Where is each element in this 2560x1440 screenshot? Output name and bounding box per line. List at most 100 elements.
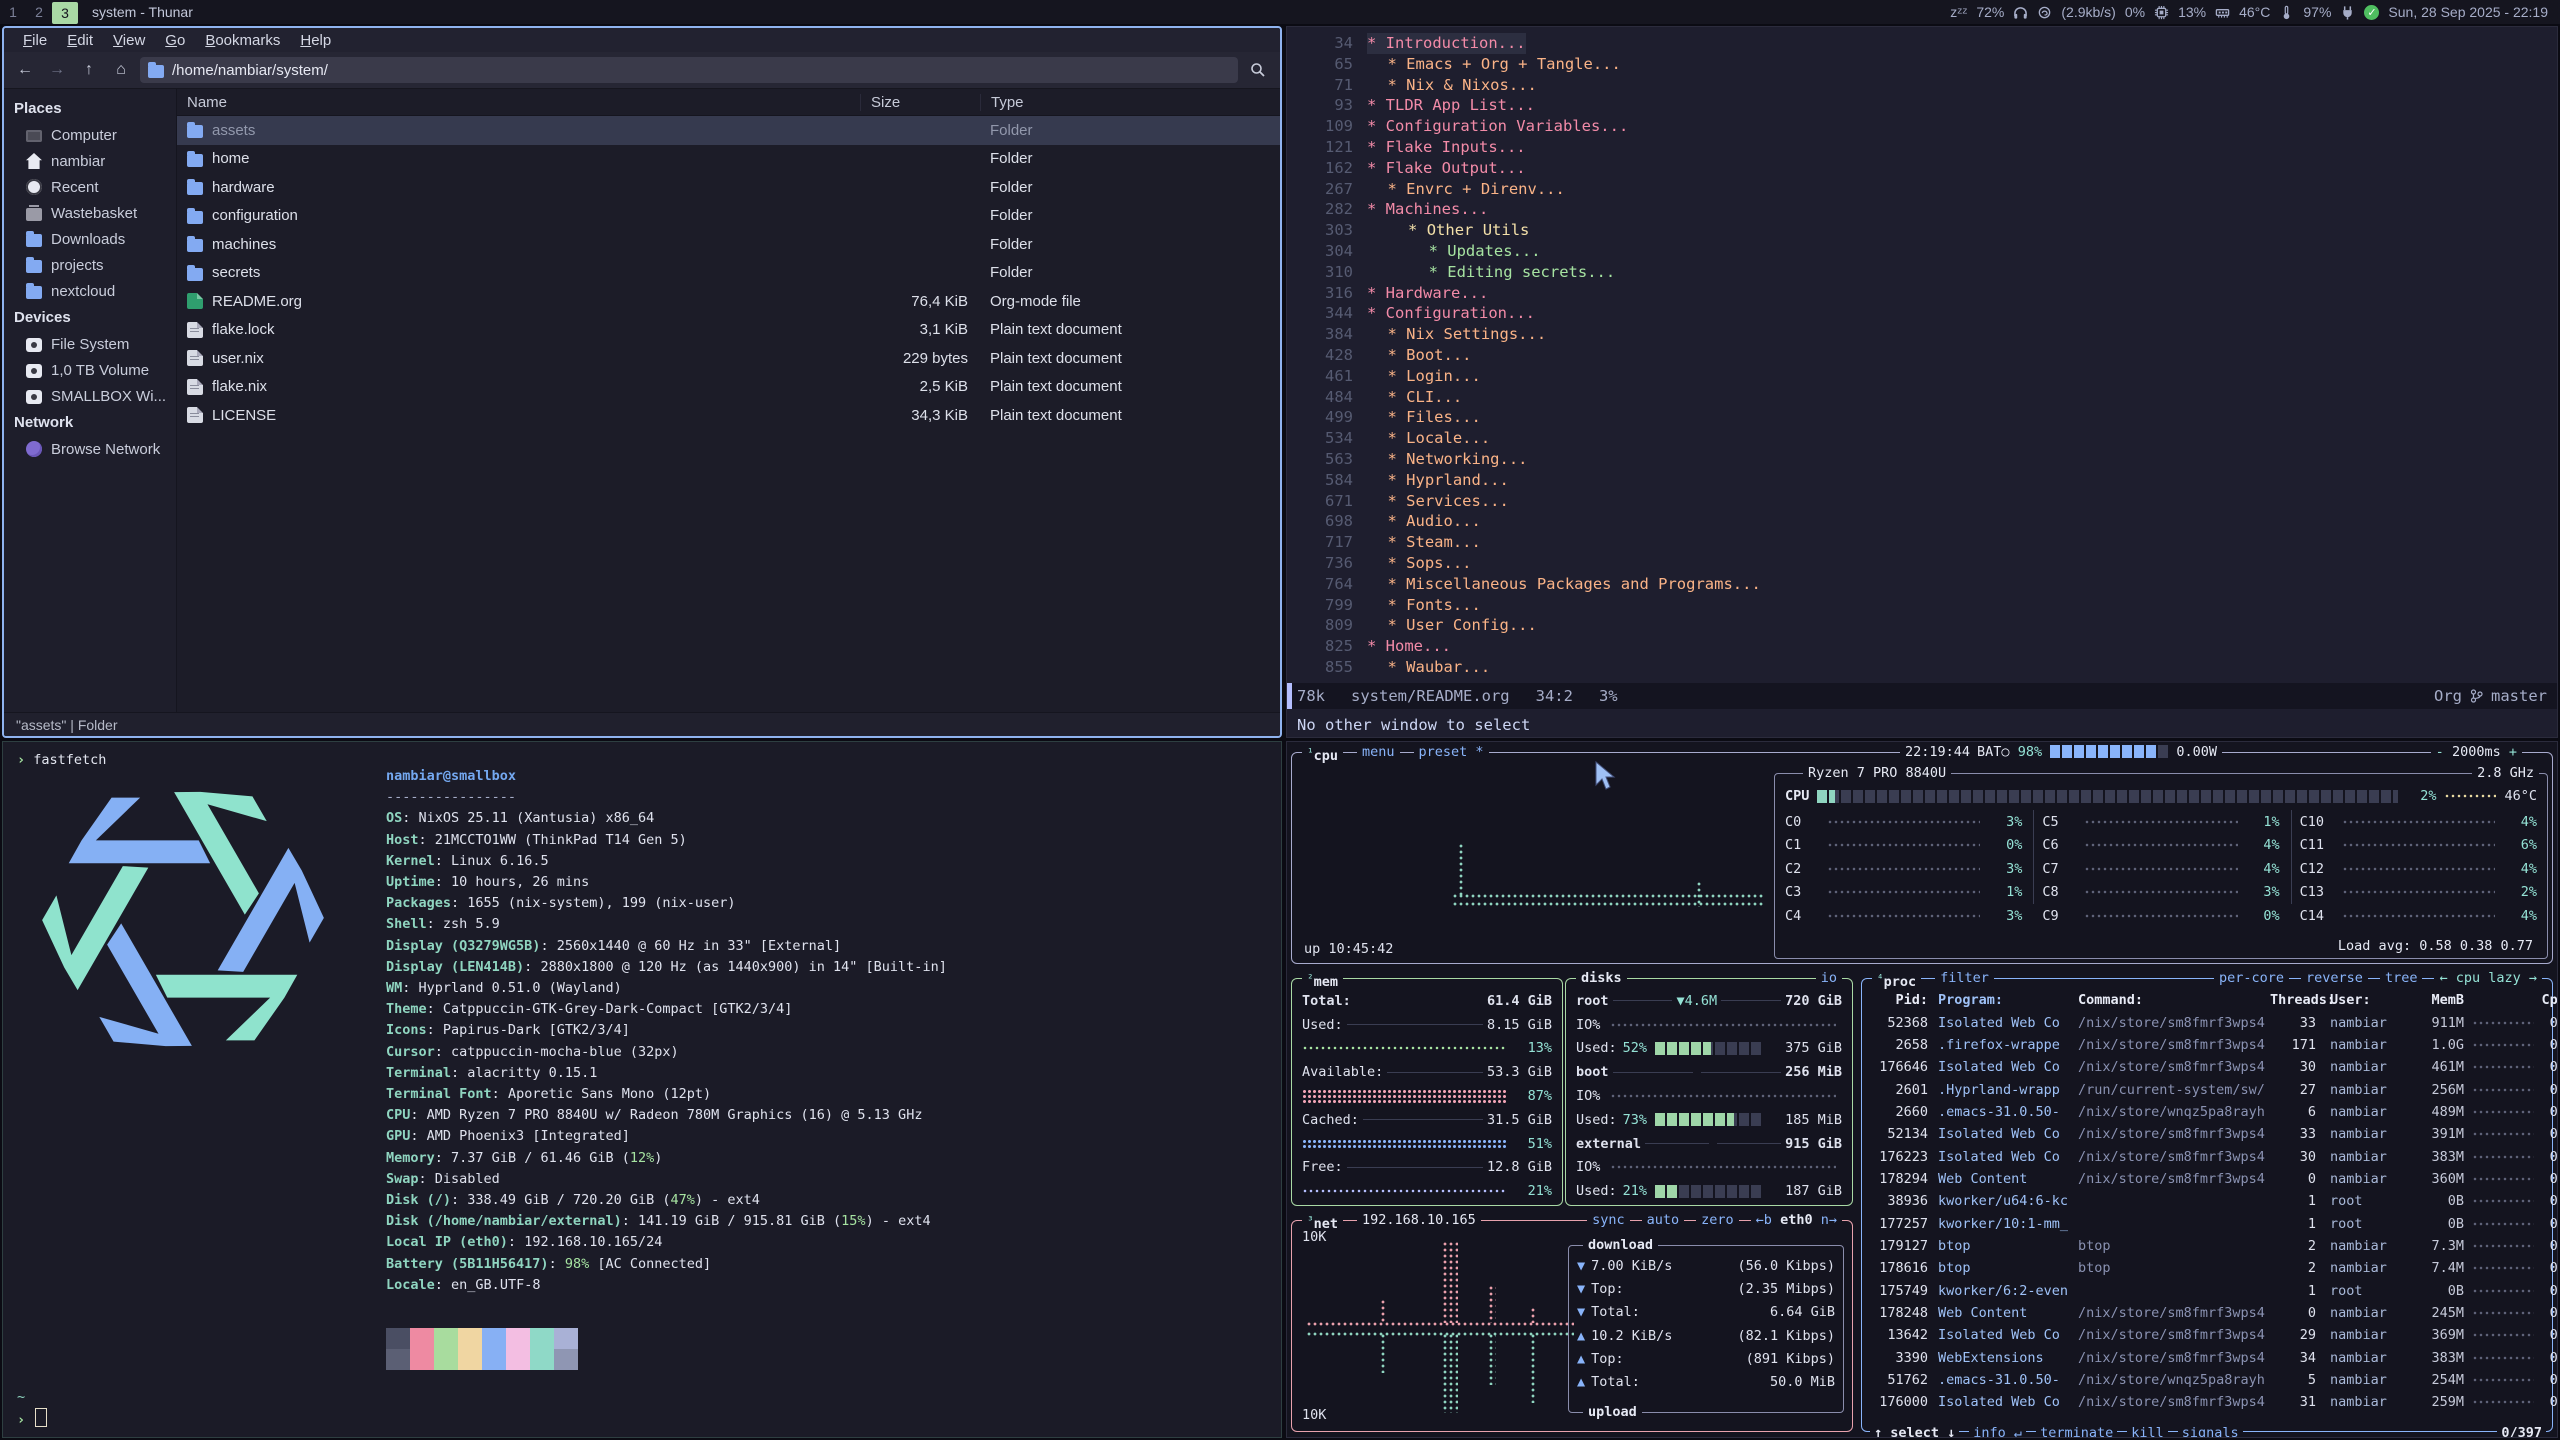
org-heading[interactable]: * Fonts... bbox=[1367, 595, 1481, 616]
menu-item[interactable]: Help bbox=[291, 32, 340, 49]
column-type[interactable]: Type bbox=[980, 94, 1280, 111]
file-row[interactable]: secrets Folder bbox=[177, 259, 1280, 288]
file-row[interactable]: flake.nix 2,5 KiB Plain text document bbox=[177, 373, 1280, 402]
sidebar-device-item[interactable]: File System bbox=[4, 331, 176, 357]
org-heading-line[interactable]: 825 * Home... bbox=[1287, 636, 2557, 657]
terminate-key[interactable]: terminate bbox=[2036, 1425, 2117, 1438]
org-heading-line[interactable]: 671 * Services... bbox=[1287, 491, 2557, 512]
org-heading[interactable]: * Editing secrets... bbox=[1367, 262, 1615, 283]
org-heading[interactable]: * TLDR App List... bbox=[1367, 95, 1535, 116]
process-row[interactable]: 175749 kworker/6:2-even 1 root 0B 0.0 bbox=[1862, 1279, 2552, 1301]
menu-item[interactable]: File bbox=[14, 32, 56, 49]
menu-tab[interactable]: menu bbox=[1357, 743, 1400, 762]
org-heading-line[interactable]: 344 * Configuration... bbox=[1287, 303, 2557, 324]
tree-tab[interactable]: tree bbox=[2380, 969, 2423, 988]
org-heading[interactable]: * Login... bbox=[1367, 366, 1481, 387]
org-heading[interactable]: * Configuration Variables... bbox=[1367, 116, 1628, 137]
sidebar-place-item[interactable]: Wastebasket bbox=[4, 200, 176, 226]
workspace-1[interactable]: 1 bbox=[0, 4, 26, 20]
org-heading-line[interactable]: 799 * Fonts... bbox=[1287, 595, 2557, 616]
org-heading[interactable]: * Nix & Nixos... bbox=[1367, 75, 1537, 96]
file-row[interactable]: home Folder bbox=[177, 145, 1280, 174]
org-heading-line[interactable]: 34 * Introduction... bbox=[1287, 33, 2557, 54]
process-row[interactable]: 2660 .emacs-31.0.50- /nix/store/wnqz5pa8… bbox=[1862, 1101, 2552, 1123]
network-icon[interactable] bbox=[2037, 5, 2052, 20]
org-heading[interactable]: * Audio... bbox=[1367, 511, 1481, 532]
file-row[interactable]: configuration Folder bbox=[177, 202, 1280, 231]
org-heading[interactable]: * Introduction... bbox=[1367, 33, 1526, 54]
search-icon[interactable] bbox=[1244, 57, 1272, 83]
cpu-tab[interactable]: ¹cpu bbox=[1302, 743, 1343, 762]
sidebar-network-item[interactable]: Browse Network bbox=[4, 436, 176, 462]
health-check-icon[interactable]: ✓ bbox=[2364, 5, 2379, 20]
org-heading[interactable]: * CLI... bbox=[1367, 387, 1462, 408]
org-heading-line[interactable]: 584 * Hyprland... bbox=[1287, 470, 2557, 491]
org-heading-line[interactable]: 484 * CLI... bbox=[1287, 387, 2557, 408]
process-row[interactable]: 52134 Isolated Web Co /nix/store/sm8fmrf… bbox=[1862, 1123, 2552, 1145]
process-row[interactable]: 51762 .emacs-31.0.50- /nix/store/wnqz5pa… bbox=[1862, 1369, 2552, 1391]
org-heading[interactable]: * Emacs + Org + Tangle... bbox=[1367, 54, 1621, 75]
org-heading[interactable]: * Other Utils bbox=[1367, 220, 1529, 241]
process-row[interactable]: 178248 Web Content /nix/store/sm8fmrf3wp… bbox=[1862, 1302, 2552, 1324]
org-heading[interactable]: * Envrc + Direnv... bbox=[1367, 179, 1565, 200]
percore-tab[interactable]: per-core bbox=[2214, 969, 2289, 988]
process-row[interactable]: 52368 Isolated Web Co /nix/store/sm8fmrf… bbox=[1862, 1011, 2552, 1033]
org-heading-line[interactable]: 71 * Nix & Nixos... bbox=[1287, 75, 2557, 96]
org-heading[interactable]: * Waubar... bbox=[1367, 657, 1490, 678]
org-heading[interactable]: * Steam... bbox=[1367, 532, 1481, 553]
io-tab[interactable]: io bbox=[1816, 969, 1842, 988]
major-mode[interactable]: Org bbox=[2434, 687, 2462, 705]
process-row[interactable]: 179127 btop btop 2 nambiar 7.3M 0.0 bbox=[1862, 1235, 2552, 1257]
sidebar-place-item[interactable]: projects bbox=[4, 252, 176, 278]
auto-tab[interactable]: auto bbox=[1642, 1211, 1685, 1230]
zero-tab[interactable]: zero bbox=[1696, 1211, 1739, 1230]
org-heading-line[interactable]: 534 * Locale... bbox=[1287, 428, 2557, 449]
info-key[interactable]: info ↵ bbox=[1969, 1425, 2026, 1438]
menu-item[interactable]: Go bbox=[156, 32, 194, 49]
idle-inhibitor[interactable]: zᶻᶻ bbox=[1950, 4, 1967, 20]
org-heading[interactable]: * Services... bbox=[1367, 491, 1509, 512]
process-row[interactable]: 177257 kworker/10:1-mm_ 1 root 0B 0.0 bbox=[1862, 1212, 2552, 1234]
sidebar-place-item[interactable]: nambiar bbox=[4, 148, 176, 174]
org-heading-line[interactable]: 428 * Boot... bbox=[1287, 345, 2557, 366]
filter-tab[interactable]: filter bbox=[1935, 969, 1994, 988]
process-row[interactable]: 2601 .Hyprland-wrapp /run/current-system… bbox=[1862, 1078, 2552, 1100]
org-heading-line[interactable]: 717 * Steam... bbox=[1287, 532, 2557, 553]
sidebar-place-item[interactable]: Computer bbox=[4, 122, 176, 148]
up-button[interactable]: ↑ bbox=[76, 57, 102, 83]
sidebar-place-item[interactable]: nextcloud bbox=[4, 278, 176, 304]
process-row[interactable]: 2658 .firefox-wrappe /nix/store/sm8fmrf3… bbox=[1862, 1034, 2552, 1056]
workspace-2[interactable]: 2 bbox=[26, 4, 52, 20]
org-heading-line[interactable]: 698 * Audio... bbox=[1287, 511, 2557, 532]
forward-button[interactable]: → bbox=[44, 57, 70, 83]
org-heading[interactable]: * User Config... bbox=[1367, 615, 1537, 636]
column-name[interactable]: Name bbox=[177, 94, 860, 111]
net-tab[interactable]: ³net bbox=[1302, 1211, 1343, 1230]
org-heading[interactable]: * Locale... bbox=[1367, 428, 1490, 449]
org-heading-line[interactable]: 310 * Editing secrets... bbox=[1287, 262, 2557, 283]
preset-tab[interactable]: preset * bbox=[1414, 743, 1489, 762]
sidebar-place-item[interactable]: Recent bbox=[4, 174, 176, 200]
org-outline[interactable]: 34 * Introduction... 65 * Emacs + Org + … bbox=[1287, 33, 2557, 678]
process-row[interactable]: 176646 Isolated Web Co /nix/store/sm8fmr… bbox=[1862, 1056, 2552, 1078]
shell-prompt-idle[interactable]: ~ › bbox=[17, 1387, 47, 1431]
process-row[interactable]: 38936 kworker/u64:6-kc 1 root 0B 0.0 bbox=[1862, 1190, 2552, 1212]
org-heading[interactable]: * Files... bbox=[1367, 407, 1481, 428]
org-heading[interactable]: * Flake Inputs... bbox=[1367, 137, 1526, 158]
terminal-window[interactable]: › fastfetch nambiar@smallbox -----------… bbox=[2, 741, 1282, 1438]
org-heading-line[interactable]: 499 * Files... bbox=[1287, 407, 2557, 428]
org-heading-line[interactable]: 303 * Other Utils bbox=[1287, 220, 2557, 241]
process-row[interactable]: 178294 Web Content /nix/store/sm8fmrf3wp… bbox=[1862, 1168, 2552, 1190]
proc-tab[interactable]: ⁴proc bbox=[1872, 969, 1921, 988]
org-heading[interactable]: * Hyprland... bbox=[1367, 470, 1509, 491]
clock-date[interactable]: Sun, 28 Sep 2025 - 22:19 bbox=[2388, 4, 2548, 20]
process-row[interactable]: 3390 WebExtensions /nix/store/sm8fmrf3wp… bbox=[1862, 1347, 2552, 1369]
org-heading[interactable]: * Updates... bbox=[1367, 241, 1541, 262]
workspace-3-active[interactable]: 3 bbox=[52, 2, 78, 24]
org-heading-line[interactable]: 162 * Flake Output... bbox=[1287, 158, 2557, 179]
org-heading-line[interactable]: 267 * Envrc + Direnv... bbox=[1287, 179, 2557, 200]
org-heading[interactable]: * Flake Output... bbox=[1367, 158, 1526, 179]
org-heading[interactable]: * Nix Settings... bbox=[1367, 324, 1546, 345]
org-heading-line[interactable]: 65 * Emacs + Org + Tangle... bbox=[1287, 54, 2557, 75]
sidebar-device-item[interactable]: SMALLBOX Wi... bbox=[4, 383, 176, 409]
